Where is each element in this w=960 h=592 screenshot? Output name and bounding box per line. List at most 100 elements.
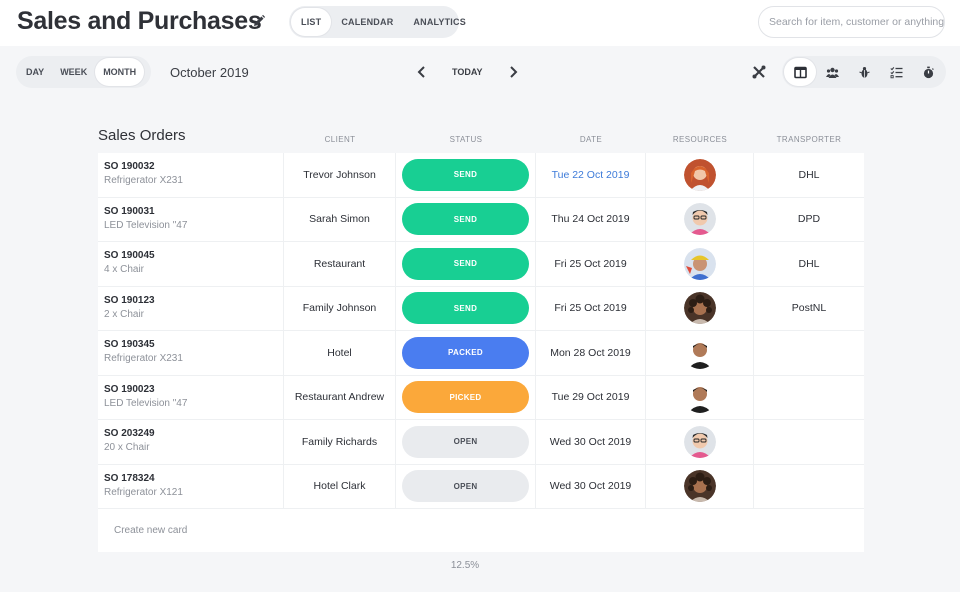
- checklist-view-button[interactable]: [880, 58, 912, 86]
- order-cell[interactable]: SO 190032 Refrigerator X231: [98, 153, 284, 197]
- table-row[interactable]: SO 190032 Refrigerator X231 Trevor Johnson…: [98, 153, 864, 198]
- date-cell[interactable]: Tue 29 Oct 2019: [536, 375, 646, 419]
- tab-analytics[interactable]: ANALYTICS: [403, 8, 475, 36]
- order-cell[interactable]: SO 190023 LED Television "47: [98, 375, 284, 419]
- avatar[interactable]: [683, 470, 716, 503]
- today-button[interactable]: TODAY: [452, 67, 483, 77]
- resources-cell: [646, 197, 754, 241]
- client-cell: Restaurant Andrew: [284, 375, 396, 419]
- range-week[interactable]: WEEK: [52, 58, 95, 86]
- transporter-cell: [754, 420, 864, 464]
- column-header-resources[interactable]: RESOURCES: [646, 135, 754, 144]
- transporter-cell: PostNL: [791, 302, 827, 315]
- table-title: Sales Orders: [98, 127, 186, 144]
- tools-icon[interactable]: [751, 64, 767, 80]
- date-cell[interactable]: Wed 30 Oct 2019: [536, 420, 646, 464]
- client-cell: Family Richards: [284, 420, 396, 464]
- status-cell: SEND: [396, 286, 536, 330]
- order-cell[interactable]: SO 203249 20 x Chair: [98, 420, 284, 464]
- order-id: SO 190045: [104, 250, 155, 261]
- order-cell[interactable]: SO 178324 Refrigerator X121: [98, 464, 284, 508]
- range-day[interactable]: DAY: [18, 58, 52, 86]
- order-id: SO 190032: [104, 161, 155, 172]
- transporter-cell: DHL: [798, 257, 820, 270]
- status-badge[interactable]: SEND: [402, 292, 529, 325]
- search-input[interactable]: Search for item, customer or anything: [758, 6, 945, 38]
- avatar[interactable]: [683, 292, 716, 325]
- column-header-status[interactable]: STATUS: [396, 135, 536, 144]
- bug-view-button[interactable]: [848, 58, 880, 86]
- progress-label: 12.5%: [450, 560, 480, 571]
- status-badge[interactable]: PICKED: [402, 381, 529, 414]
- client-cell: Hotel: [284, 331, 396, 375]
- order-cell[interactable]: SO 190123 2 x Chair: [98, 286, 284, 330]
- current-period: October 2019: [170, 65, 249, 80]
- column-header-date[interactable]: DATE: [536, 135, 646, 144]
- date-cell[interactable]: Fri 25 Oct 2019: [536, 286, 646, 330]
- order-id: SO 190023: [104, 383, 155, 395]
- table-row[interactable]: SO 190031 LED Television "47 Sarah Simon SE…: [98, 197, 864, 242]
- table-row[interactable]: SO 190345 Refrigerator X231 Hotel PACKED Mon…: [98, 331, 864, 376]
- order-cell[interactable]: SO 190031 LED Television "47: [98, 197, 284, 241]
- order-cell[interactable]: SO 190045 4 x Chair: [98, 242, 284, 286]
- transporter-cell: [754, 376, 864, 420]
- order-item: 4 x Chair: [104, 264, 145, 275]
- table-row[interactable]: SO 190023 LED Television "47 Restaurant An…: [98, 375, 864, 420]
- checklist-icon: [889, 66, 902, 78]
- tab-calendar[interactable]: CALENDAR: [331, 8, 403, 36]
- order-item: LED Television "47: [104, 219, 188, 231]
- order-item: Refrigerator X231: [104, 353, 183, 364]
- order-item: Refrigerator X231: [104, 175, 183, 186]
- status-badge[interactable]: SEND: [402, 158, 529, 191]
- order-id: SO 178324: [104, 472, 155, 484]
- range-month[interactable]: MONTH: [95, 58, 145, 86]
- status-badge[interactable]: PACKED: [402, 336, 529, 369]
- sales-orders-table: SO 190032 Refrigerator X231 Trevor Johnson…: [98, 153, 864, 552]
- chevron-left-icon[interactable]: [414, 64, 430, 80]
- layout-switch: [782, 56, 946, 88]
- date-cell[interactable]: Tue 22 Oct 2019: [536, 153, 646, 197]
- avatar[interactable]: [683, 425, 716, 458]
- table-row[interactable]: SO 178324 Refrigerator X121 Hotel Clark OPE…: [98, 464, 864, 509]
- date-cell[interactable]: Mon 28 Oct 2019: [536, 331, 646, 375]
- avatar[interactable]: [683, 381, 716, 414]
- client-cell: Family Johnson: [284, 286, 396, 330]
- page-title: Sales and Purchases: [17, 7, 262, 35]
- order-id: SO 190031: [104, 205, 155, 217]
- resources-cell: [646, 420, 754, 464]
- create-new-card-button[interactable]: Create new card: [98, 509, 864, 552]
- order-item: 20 x Chair: [104, 442, 150, 453]
- column-header-client[interactable]: CLIENT: [284, 135, 396, 144]
- column-header-transporter[interactable]: TRANSPORTER: [754, 135, 864, 144]
- bug-icon: [858, 66, 870, 78]
- status-badge[interactable]: OPEN: [402, 425, 529, 458]
- avatar[interactable]: [683, 247, 716, 280]
- table-row[interactable]: SO 190123 2 x Chair Family Johnson SEND Fri …: [98, 286, 864, 331]
- date-cell[interactable]: Wed 30 Oct 2019: [536, 464, 646, 508]
- status-badge[interactable]: SEND: [402, 247, 529, 280]
- chevron-right-icon[interactable]: [505, 64, 521, 80]
- resources-cell: [646, 375, 754, 419]
- edit-pencil-icon[interactable]: [252, 14, 266, 28]
- status-cell: OPEN: [396, 420, 536, 464]
- order-cell[interactable]: SO 190345 Refrigerator X231: [98, 331, 284, 375]
- team-view-button[interactable]: [816, 58, 848, 86]
- avatar[interactable]: [683, 336, 716, 369]
- order-id: SO 190123: [104, 294, 155, 306]
- avatar[interactable]: [683, 158, 716, 191]
- transporter-cell: DHL: [798, 168, 820, 181]
- table-row[interactable]: SO 190045 4 x Chair Restaurant SEND Fri 25 O…: [98, 242, 864, 287]
- tab-list[interactable]: LIST: [291, 8, 332, 36]
- table-row[interactable]: SO 203249 20 x Chair Family Richards OPEN We…: [98, 420, 864, 465]
- status-badge[interactable]: OPEN: [402, 470, 529, 503]
- date-cell[interactable]: Thu 24 Oct 2019: [536, 197, 646, 241]
- stopwatch-view-button[interactable]: [912, 58, 944, 86]
- columns-view-button[interactable]: [784, 58, 816, 86]
- transporter-cell: [754, 331, 864, 375]
- status-cell: SEND: [396, 242, 536, 286]
- team-icon: [825, 67, 839, 78]
- avatar[interactable]: [683, 203, 716, 236]
- status-badge[interactable]: SEND: [402, 203, 529, 236]
- stopwatch-icon: [923, 66, 934, 78]
- date-cell[interactable]: Fri 25 Oct 2019: [536, 242, 646, 286]
